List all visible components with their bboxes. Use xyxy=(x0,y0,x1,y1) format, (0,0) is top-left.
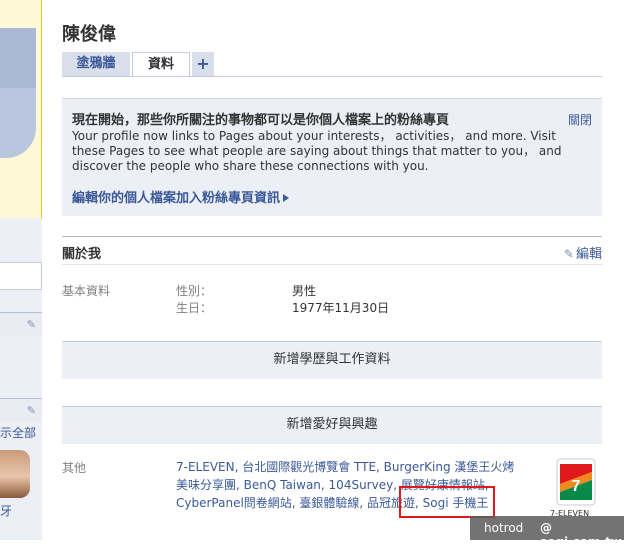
arrow-right-icon xyxy=(283,194,290,202)
svg-text:7: 7 xyxy=(572,478,581,495)
birthday-value: 1977年11月30日 xyxy=(292,301,390,315)
profile-photo[interactable] xyxy=(0,28,36,158)
friend-thumbnail[interactable] xyxy=(0,450,30,498)
watermark-site: @ sogi.com.tw xyxy=(540,521,622,549)
about-section-header: 關於我 ✎ 編輯 xyxy=(62,236,602,264)
pencil-icon: ✎ xyxy=(563,247,574,261)
notice-body: Your profile now links to Pages about yo… xyxy=(72,129,562,173)
tab-wall[interactable]: 塗鴉牆 xyxy=(62,52,130,76)
left-section-header: ✎ xyxy=(0,312,42,336)
seven-eleven-logo[interactable]: 7 xyxy=(556,458,596,506)
left-friends-header: ✎ xyxy=(0,398,42,422)
edit-pages-link-label[interactable]: 編輯你的個人檔案加入粉絲專頁資訊 xyxy=(72,191,280,206)
divider xyxy=(62,264,602,265)
gender-value: 男性 xyxy=(292,284,317,298)
pencil-icon[interactable]: ✎ xyxy=(27,318,36,331)
show-all-link[interactable]: 示全部 xyxy=(0,424,36,441)
pencil-icon[interactable]: ✎ xyxy=(27,404,36,417)
watermark-user: hotrod xyxy=(484,521,524,535)
tab-info[interactable]: 資料 xyxy=(132,52,190,77)
gender-label: 性別： xyxy=(176,284,213,298)
edit-pages-link[interactable]: 編輯你的個人檔案加入粉絲專頁資訊 xyxy=(72,187,290,206)
profile-photo-area xyxy=(0,0,42,218)
highlight-box xyxy=(399,486,495,518)
notice-close-link[interactable]: 關閉 xyxy=(568,111,592,128)
left-box xyxy=(0,262,42,290)
about-edit-label[interactable]: 編輯 xyxy=(576,247,602,262)
about-edit-link[interactable]: ✎ 編輯 xyxy=(564,243,602,262)
friend-name[interactable]: 牙 xyxy=(0,502,12,519)
add-tab-button[interactable]: + xyxy=(192,52,214,76)
notice-title: 現在開始，那些你所關注的事物都可以是你個人檔案上的粉絲專頁 xyxy=(72,113,450,128)
tab-divider xyxy=(62,76,602,77)
other-label: 其他 xyxy=(62,461,87,475)
add-interests-button[interactable]: 新增愛好與興趣 xyxy=(62,406,602,444)
birthday-label: 生日： xyxy=(176,301,213,315)
about-title: 關於我 xyxy=(62,247,102,262)
basic-info-label: 基本資料 xyxy=(62,284,111,298)
pages-notice: 現在開始，那些你所關注的事物都可以是你個人檔案上的粉絲專頁 關閉 Your pr… xyxy=(62,98,602,216)
profile-name: 陳俊偉 xyxy=(62,24,116,45)
add-education-button[interactable]: 新增學歷與工作資料 xyxy=(62,341,602,379)
